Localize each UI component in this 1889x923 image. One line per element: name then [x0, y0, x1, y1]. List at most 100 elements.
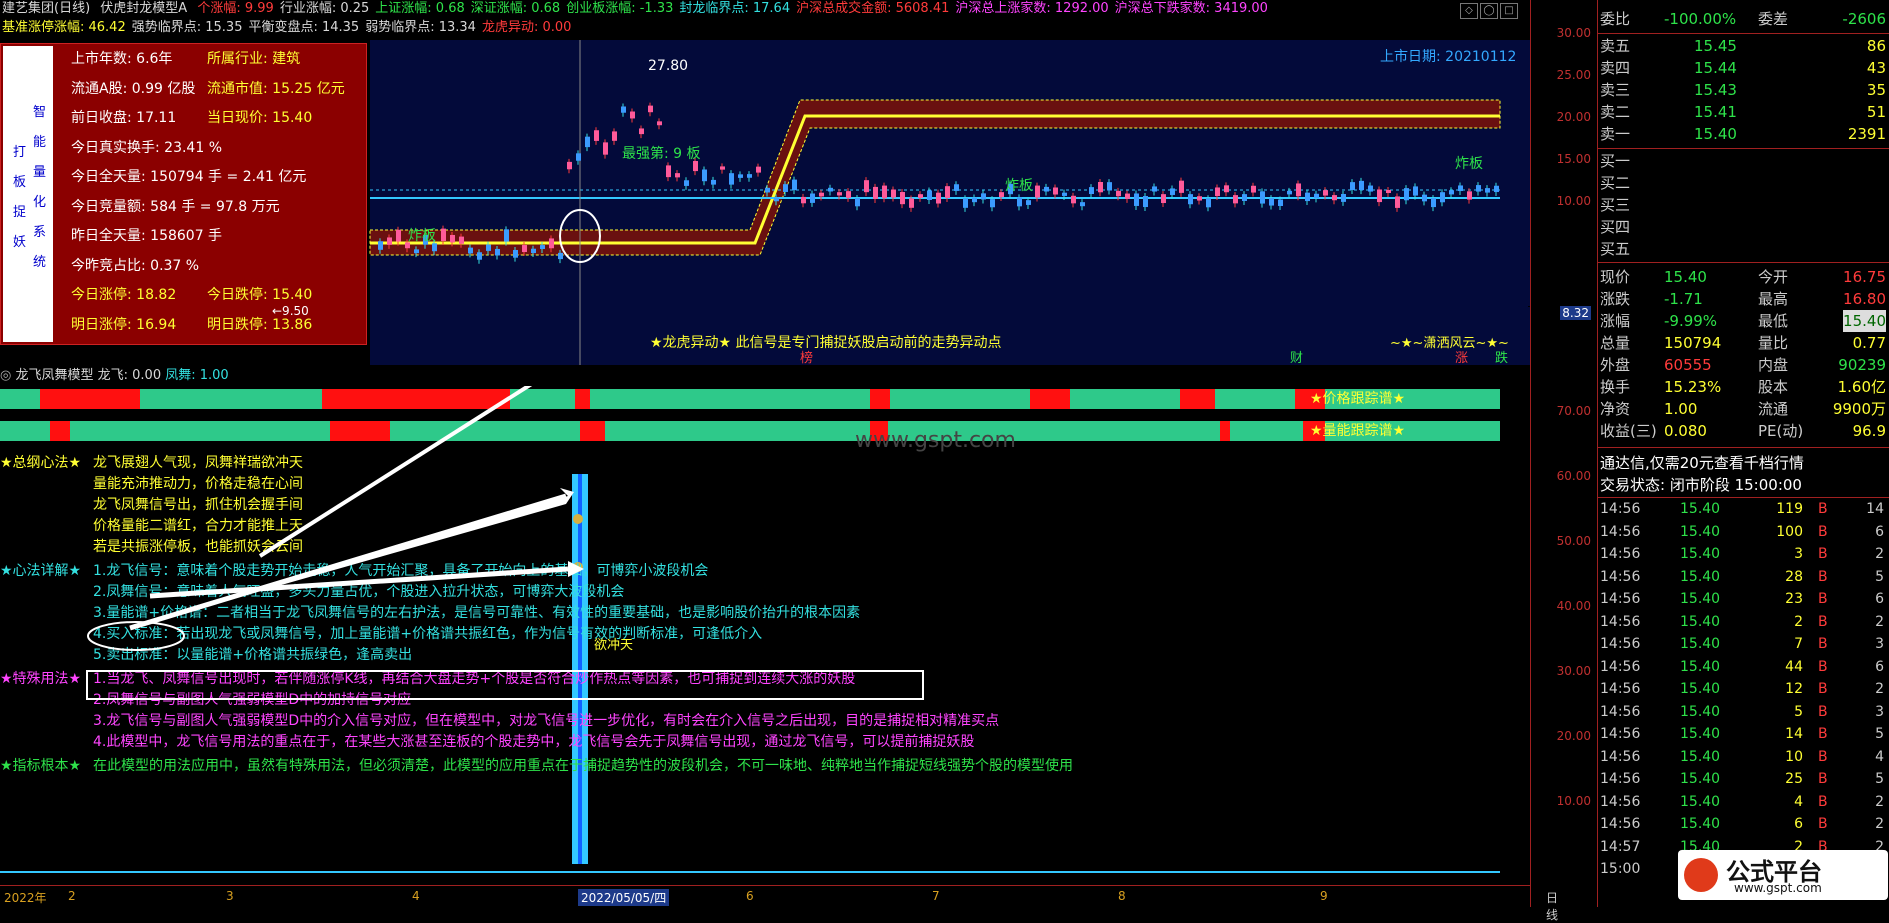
settings-button[interactable]: ◯ — [1480, 3, 1498, 19]
candle-body — [1449, 190, 1454, 195]
trade-cell: 14:56 — [1600, 546, 1641, 562]
candle-body — [1017, 197, 1022, 207]
trade-cell: B — [1818, 568, 1828, 585]
candle-body — [1422, 194, 1427, 202]
price-tag: 8.32 — [1560, 306, 1591, 320]
maximize-button[interactable]: □ — [1500, 3, 1518, 19]
trade-row: 14:56 15.40 7 B 3 — [1598, 634, 1889, 655]
candle-body — [477, 252, 482, 260]
date-axis[interactable]: 2022年 2 3 4 2022/05/05/四 6 7 8 9 日线 — [0, 885, 1558, 922]
stock-name[interactable]: 建艺集团(日线) — [2, 1, 90, 16]
trade-cell: 6 — [1875, 591, 1884, 607]
candle-body — [909, 198, 914, 208]
market-stat: 创业板涨幅: -1.33 — [566, 1, 674, 16]
quote-row: 卖二 15.41 51 — [1598, 101, 1889, 123]
separator — [1598, 447, 1889, 448]
quote-row: 净资 1.00 流通 9900万 — [1598, 398, 1889, 420]
quote-cell: 买二 — [1600, 174, 1631, 192]
candle-body — [648, 105, 653, 113]
quote-row: 收益(三) 0.080 PE(动) 96.9 — [1598, 420, 1889, 442]
candle-body — [612, 131, 617, 141]
trade-cell: 14:56 — [1600, 793, 1641, 810]
sub-tick: 10.00 — [1556, 794, 1591, 808]
trade-row: 14:56 15.40 23 B 6 — [1598, 589, 1889, 610]
candle-body — [1350, 182, 1355, 191]
candle-body — [1116, 190, 1121, 197]
trade-cell: 14:56 — [1600, 613, 1641, 630]
period-label[interactable]: 日线 — [1546, 889, 1558, 923]
brand-url: www.gspt.com — [1734, 881, 1822, 895]
quote-cell: 0.77 — [1852, 334, 1886, 352]
candle-body — [837, 192, 842, 196]
trade-cell: 10 — [1785, 748, 1803, 765]
quote-cell: 86 — [1866, 37, 1886, 55]
candle-body — [702, 169, 707, 182]
trade-cell: 14:57 — [1600, 838, 1641, 855]
trade-row: 14:56 15.40 44 B 6 — [1598, 657, 1889, 678]
threshold-stat: 基准涨停涨幅: 46.42 — [2, 20, 126, 35]
quote-cell: 15.23% — [1664, 378, 1722, 396]
quote-row: 外盘 60555 内盘 90239 — [1598, 354, 1889, 376]
sub-chart-header: ◎ 龙飞凤舞模型 龙飞: 0.00 凤舞: 1.00 — [0, 366, 1530, 386]
strategy-legend: ★总纲心法★ 龙飞展翅人气现，凤舞祥瑞欲冲天 量能充沛推动力，价格走稳在心间 龙飞凤舞… — [0, 452, 1180, 852]
trade-cell: 14:56 — [1600, 501, 1641, 517]
quote-row: 买三 — [1598, 194, 1889, 216]
trade-cell: 14:56 — [1600, 816, 1641, 832]
trade-cell: B — [1818, 726, 1828, 742]
candle-body — [1251, 185, 1256, 193]
market-stat: 个涨幅: 9.99 — [197, 1, 274, 16]
candle-body — [1269, 198, 1274, 206]
candle-body — [999, 192, 1004, 198]
side-char: 统 — [33, 255, 47, 270]
candle-body — [729, 173, 734, 185]
sub-chart-title[interactable]: 龙飞凤舞模型 — [15, 368, 93, 383]
candle-body — [1125, 193, 1130, 199]
candle-body — [540, 245, 545, 250]
candle-body — [1071, 195, 1076, 204]
trade-row: 14:56 15.40 6 B 2 — [1598, 814, 1889, 835]
info-row-left: 流通A股: 0.99 亿股 — [71, 80, 196, 97]
candle-body — [594, 130, 599, 141]
candle-body — [531, 248, 536, 254]
legend-line: 4.买入标准：若出现龙飞或凤舞信号，加上量能谱+价格谱共振红色，作为信号有效的判… — [93, 626, 763, 642]
candle-body — [891, 189, 896, 198]
side-char: 化 — [33, 195, 47, 210]
quote-cell: 9900万 — [1832, 400, 1886, 418]
candle-body — [1152, 186, 1157, 192]
candle-body — [1296, 183, 1301, 197]
candle-body — [828, 187, 833, 192]
signal-legend: ★龙虎异动★ 此信号是专门捕捉妖股启动前的走势异动点 — [650, 335, 1002, 351]
quote-cell: 今开 — [1758, 268, 1789, 286]
quote-cell: 买一 — [1600, 152, 1631, 170]
trade-cell: B — [1818, 613, 1828, 630]
trade-cell: 7 — [1794, 636, 1803, 652]
candle-body — [855, 198, 860, 207]
sub-chart[interactable]: ★价格跟踪谱★ ★量能跟踪谱★ www.gspt.com 欲冲天 ★总纲心法★ 龙… — [0, 386, 1530, 881]
quote-cell: 内盘 — [1758, 356, 1789, 374]
trade-row: 14:56 15.40 100 B 6 — [1598, 522, 1889, 543]
indicator-title[interactable]: 伏虎封龙模型A — [100, 1, 187, 16]
signal-signature: ~★~潇洒风云~★~ — [1390, 336, 1509, 351]
sub-chart-icon[interactable]: ◎ — [0, 368, 11, 383]
quote-cell: 涨幅 — [1600, 312, 1631, 330]
pin-button[interactable]: ◇ — [1460, 3, 1478, 19]
trade-cell: 25 — [1785, 771, 1803, 787]
sub-tick: 30.00 — [1556, 664, 1591, 678]
legend-line: 龙飞凤舞信号出，抓住机会握手间 — [93, 497, 303, 513]
info-row-left: 上市年数: 6.6年 — [71, 51, 173, 67]
threshold-stat: 龙虎异动: 0.00 — [481, 20, 572, 35]
legend-line: 龙飞展翅人气现，凤舞祥瑞欲冲天 — [93, 455, 303, 471]
legend-line: 量能充沛推动力，价格走稳在心间 — [93, 476, 303, 492]
candle-body — [576, 153, 581, 161]
trade-row: 14:56 15.40 12 B 2 — [1598, 679, 1889, 700]
candle-body — [1233, 195, 1238, 204]
candle-body — [621, 106, 626, 113]
candle-body — [1305, 192, 1310, 202]
separator — [1598, 497, 1889, 498]
trade-cell: 2 — [1875, 681, 1884, 697]
trade-cell: 14:56 — [1600, 591, 1641, 607]
quote-cell: 15.40 — [1843, 310, 1886, 332]
trade-cell: 14:56 — [1600, 523, 1641, 540]
threshold-stat: 弱势临界点: 13.34 — [365, 20, 476, 35]
date-label: 2022/05/05/四 — [578, 889, 670, 906]
